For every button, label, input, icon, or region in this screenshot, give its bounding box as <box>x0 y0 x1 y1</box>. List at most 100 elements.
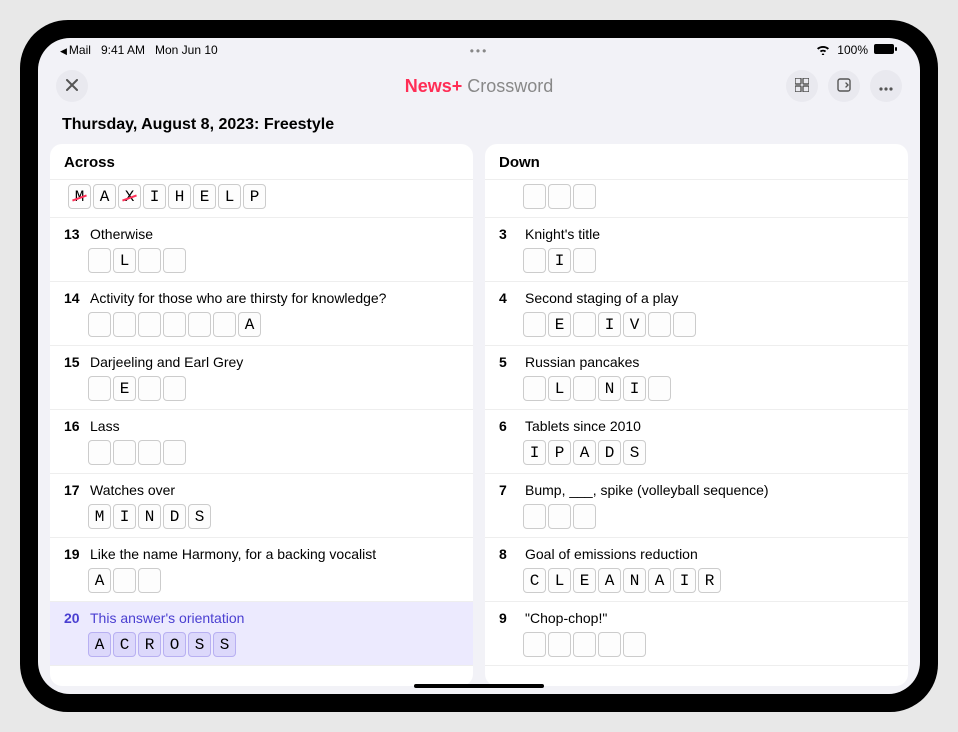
down-clue-list[interactable]: 3Knight's titleI4Second staging of a pla… <box>485 180 908 686</box>
letter-cell[interactable]: L <box>548 568 571 593</box>
letter-cell[interactable]: L <box>548 376 571 401</box>
letter-cell[interactable] <box>163 248 186 273</box>
clue-item[interactable]: 5Russian pancakesLNI <box>485 346 908 410</box>
more-button[interactable] <box>870 70 902 102</box>
letter-cell[interactable]: A <box>88 632 111 657</box>
letter-cell[interactable]: M <box>68 184 91 209</box>
letter-cell[interactable] <box>138 568 161 593</box>
letter-cell[interactable]: R <box>138 632 161 657</box>
letter-cell[interactable] <box>648 312 671 337</box>
letter-cell[interactable]: D <box>598 440 621 465</box>
letter-cell[interactable]: I <box>143 184 166 209</box>
letter-cell[interactable] <box>573 184 596 209</box>
across-clue-list[interactable]: MAXIHELP13OtherwiseL14Activity for those… <box>50 180 473 686</box>
letter-cell[interactable]: A <box>573 440 596 465</box>
grid-view-button[interactable] <box>786 70 818 102</box>
letter-cell[interactable]: I <box>598 312 621 337</box>
letter-cell[interactable] <box>88 312 111 337</box>
letter-cell[interactable]: C <box>113 632 136 657</box>
letter-cell[interactable]: I <box>623 376 646 401</box>
clue-item[interactable]: 7Bump, ___, spike (volleyball sequence) <box>485 474 908 538</box>
home-indicator[interactable] <box>414 684 544 688</box>
letter-cell[interactable] <box>523 248 546 273</box>
letter-cell[interactable]: H <box>168 184 191 209</box>
letter-cell[interactable] <box>188 312 211 337</box>
letter-cell[interactable]: S <box>213 632 236 657</box>
letter-cell[interactable]: E <box>113 376 136 401</box>
letter-cell[interactable] <box>598 632 621 657</box>
letter-cell[interactable] <box>113 440 136 465</box>
letter-cell[interactable] <box>523 312 546 337</box>
letter-cell[interactable]: X <box>118 184 141 209</box>
clue-item[interactable]: 3Knight's titleI <box>485 218 908 282</box>
clue-item[interactable]: 6Tablets since 2010IPADS <box>485 410 908 474</box>
letter-cell[interactable]: O <box>163 632 186 657</box>
letter-cell[interactable]: P <box>548 440 571 465</box>
letter-cell[interactable]: I <box>523 440 546 465</box>
letter-cell[interactable] <box>523 632 546 657</box>
letter-cell[interactable] <box>138 376 161 401</box>
letter-cell[interactable] <box>213 312 236 337</box>
letter-cell[interactable]: E <box>573 568 596 593</box>
letter-cell[interactable]: L <box>113 248 136 273</box>
letter-cell[interactable] <box>523 376 546 401</box>
clue-item[interactable]: 9"Chop-chop!" <box>485 602 908 666</box>
letter-cell[interactable] <box>548 504 571 529</box>
letter-cell[interactable] <box>113 568 136 593</box>
letter-cell[interactable] <box>88 248 111 273</box>
letter-cell[interactable]: N <box>598 376 621 401</box>
letter-cell[interactable]: P <box>243 184 266 209</box>
letter-cell[interactable] <box>138 312 161 337</box>
letter-cell[interactable] <box>88 440 111 465</box>
letter-cell[interactable]: E <box>548 312 571 337</box>
letter-cell[interactable]: A <box>88 568 111 593</box>
letter-cell[interactable] <box>648 376 671 401</box>
clue-item[interactable]: 19Like the name Harmony, for a backing v… <box>50 538 473 602</box>
clue-item[interactable]: 8Goal of emissions reductionCLEANAIR <box>485 538 908 602</box>
clue-item[interactable]: 4Second staging of a playEIV <box>485 282 908 346</box>
letter-cell[interactable] <box>523 504 546 529</box>
clue-item[interactable]: 15Darjeeling and Earl GreyE <box>50 346 473 410</box>
letter-cell[interactable]: V <box>623 312 646 337</box>
letter-cell[interactable]: E <box>193 184 216 209</box>
letter-cell[interactable] <box>573 312 596 337</box>
close-button[interactable] <box>56 70 88 102</box>
letter-cell[interactable]: L <box>218 184 241 209</box>
partial-clue-top[interactable] <box>485 180 908 218</box>
expand-button[interactable] <box>828 70 860 102</box>
letter-cell[interactable]: I <box>673 568 696 593</box>
clue-item[interactable]: MAXIHELP <box>50 180 473 218</box>
multitask-dots-icon[interactable]: ••• <box>470 44 489 58</box>
clue-item[interactable]: 14Activity for those who are thirsty for… <box>50 282 473 346</box>
clue-item[interactable]: 13OtherwiseL <box>50 218 473 282</box>
letter-cell[interactable] <box>623 632 646 657</box>
letter-cell[interactable]: N <box>623 568 646 593</box>
letter-cell[interactable] <box>573 248 596 273</box>
letter-cell[interactable]: A <box>598 568 621 593</box>
letter-cell[interactable] <box>548 632 571 657</box>
letter-cell[interactable]: S <box>188 504 211 529</box>
letter-cell[interactable] <box>523 184 546 209</box>
letter-cell[interactable]: N <box>138 504 161 529</box>
letter-cell[interactable]: D <box>163 504 186 529</box>
clue-item[interactable]: 16Lass <box>50 410 473 474</box>
letter-cell[interactable] <box>673 312 696 337</box>
letter-cell[interactable]: S <box>188 632 211 657</box>
letter-cell[interactable]: A <box>238 312 261 337</box>
letter-cell[interactable] <box>88 376 111 401</box>
letter-cell[interactable]: C <box>523 568 546 593</box>
letter-cell[interactable]: M <box>88 504 111 529</box>
letter-cell[interactable] <box>573 376 596 401</box>
letter-cell[interactable] <box>548 184 571 209</box>
letter-cell[interactable]: A <box>648 568 671 593</box>
clue-item[interactable]: 20This answer's orientationACROSS <box>50 602 473 666</box>
letter-cell[interactable]: I <box>548 248 571 273</box>
letter-cell[interactable]: S <box>623 440 646 465</box>
letter-cell[interactable] <box>163 376 186 401</box>
letter-cell[interactable] <box>163 312 186 337</box>
letter-cell[interactable]: I <box>113 504 136 529</box>
letter-cell[interactable] <box>163 440 186 465</box>
letter-cell[interactable] <box>573 504 596 529</box>
clue-item[interactable]: 17Watches overMINDS <box>50 474 473 538</box>
letter-cell[interactable]: A <box>93 184 116 209</box>
